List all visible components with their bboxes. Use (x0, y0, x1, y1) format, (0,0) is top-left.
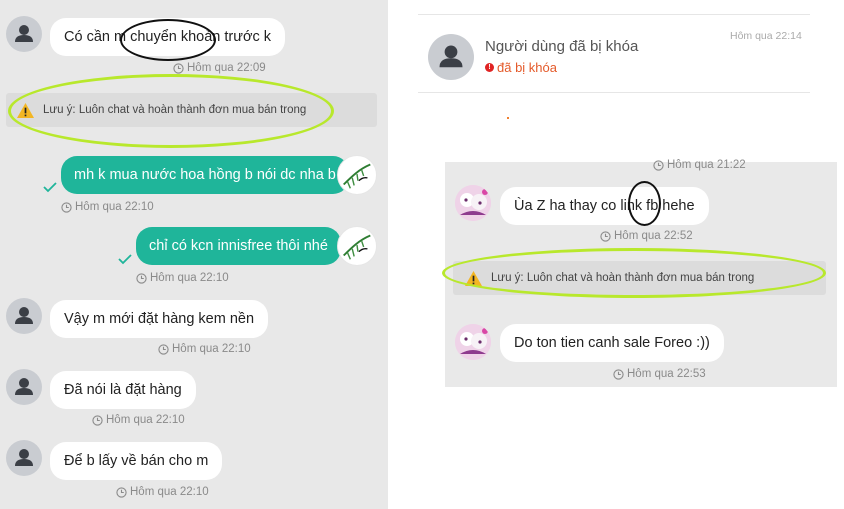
incoming-message[interactable]: Có cần m chuyển khoản trước k (50, 18, 286, 56)
blocked-user-avatar[interactable] (428, 34, 474, 80)
clock-icon (136, 272, 147, 284)
user-avatar[interactable] (6, 298, 42, 334)
person-icon (15, 307, 33, 324)
clock-icon (600, 230, 611, 242)
warning-icon (17, 102, 34, 118)
clock-icon (92, 414, 103, 426)
message-timestamp: Hôm qua 22:09 (173, 62, 266, 74)
person-icon (15, 449, 33, 466)
outgoing-message[interactable]: mh k mua nước hoa hồng b nói dc nha b (61, 156, 349, 194)
message-timestamp: Hôm qua 21:22 (653, 159, 746, 171)
timestamp-text: Hôm qua 22:53 (627, 368, 706, 380)
conversation-time: Hôm qua 22:14 (730, 30, 802, 42)
alert-icon: ! (485, 63, 494, 72)
signature-logo-icon (343, 234, 371, 260)
message-timestamp: Hôm qua 22:53 (613, 368, 706, 380)
incoming-message[interactable]: Vậy m mới đặt hàng kem nền (50, 300, 269, 338)
clock-icon (653, 159, 664, 171)
incoming-message[interactable]: Do ton tien canh sale Foreo :)) (500, 324, 724, 362)
incoming-message[interactable]: Để b lấy về bán cho m (50, 442, 223, 480)
message-timestamp: Hôm qua 22:10 (61, 201, 154, 213)
incoming-message[interactable]: Ùa Z ha thay co link fb hehe (500, 187, 709, 225)
blocked-status: ! đã bị khóa (485, 60, 557, 75)
timestamp-text: Hôm qua 22:10 (150, 272, 229, 284)
dot-marker (507, 117, 509, 119)
clock-icon (158, 343, 169, 355)
notice-text: Lưu ý: Luôn chat và hoàn thành đơn mua b… (43, 104, 307, 116)
user-avatar[interactable] (6, 440, 42, 476)
anime-avatar-icon (455, 185, 491, 221)
read-check-icon (118, 254, 132, 265)
status-text: đã bị khóa (497, 60, 557, 75)
signature-logo-icon (343, 163, 371, 189)
timestamp-text: Hôm qua 21:22 (667, 159, 746, 171)
my-avatar[interactable] (337, 155, 377, 195)
message-timestamp: Hôm qua 22:52 (600, 230, 693, 242)
clock-icon (613, 368, 624, 380)
safety-notice: Lưu ý: Luôn chat và hoàn thành đơn mua b… (6, 93, 377, 127)
message-timestamp: Hôm qua 22:10 (92, 414, 185, 426)
incoming-message[interactable]: Đã nói là đặt hàng (50, 371, 196, 409)
clock-icon (173, 62, 184, 74)
clock-icon (116, 486, 127, 498)
timestamp-text: Hôm qua 22:10 (130, 486, 209, 498)
right-chat-panel: Người dùng đã bị khóa ! đã bị khóa Hôm q… (388, 0, 844, 509)
user-avatar[interactable] (6, 16, 42, 52)
chat-excerpt: Hôm qua 21:22 Ùa Z ha thay co link fb he… (445, 159, 837, 387)
contact-name[interactable]: Người dùng đã bị khóa (485, 38, 638, 55)
timestamp-text: Hôm qua 22:10 (75, 201, 154, 213)
person-icon (439, 45, 463, 68)
timestamp-text: Hôm qua 22:09 (187, 62, 266, 74)
sender-avatar[interactable] (455, 185, 491, 221)
divider (418, 92, 810, 93)
warning-icon (465, 270, 482, 286)
read-check-icon (43, 182, 57, 193)
message-timestamp: Hôm qua 22:10 (158, 343, 251, 355)
clock-icon (61, 201, 72, 213)
message-timestamp: Hôm qua 22:10 (116, 486, 209, 498)
timestamp-text: Hôm qua 22:10 (106, 414, 185, 426)
timestamp-text: Hôm qua 22:10 (172, 343, 251, 355)
person-icon (15, 378, 33, 395)
left-chat-panel: Có cần m chuyển khoản trước k Hôm qua 22… (0, 0, 388, 509)
timestamp-text: Hôm qua 22:52 (614, 230, 693, 242)
sender-avatar[interactable] (455, 324, 491, 360)
anime-avatar-icon (455, 324, 491, 360)
user-avatar[interactable] (6, 369, 42, 405)
my-avatar[interactable] (337, 226, 377, 266)
person-icon (15, 25, 33, 42)
message-timestamp: Hôm qua 22:10 (136, 272, 229, 284)
safety-notice: Lưu ý: Luôn chat và hoàn thành đơn mua b… (453, 261, 826, 295)
outgoing-message[interactable]: chỉ có kcn innisfree thôi nhé (136, 227, 341, 265)
notice-text: Lưu ý: Luôn chat và hoàn thành đơn mua b… (491, 272, 755, 284)
divider (418, 14, 810, 15)
